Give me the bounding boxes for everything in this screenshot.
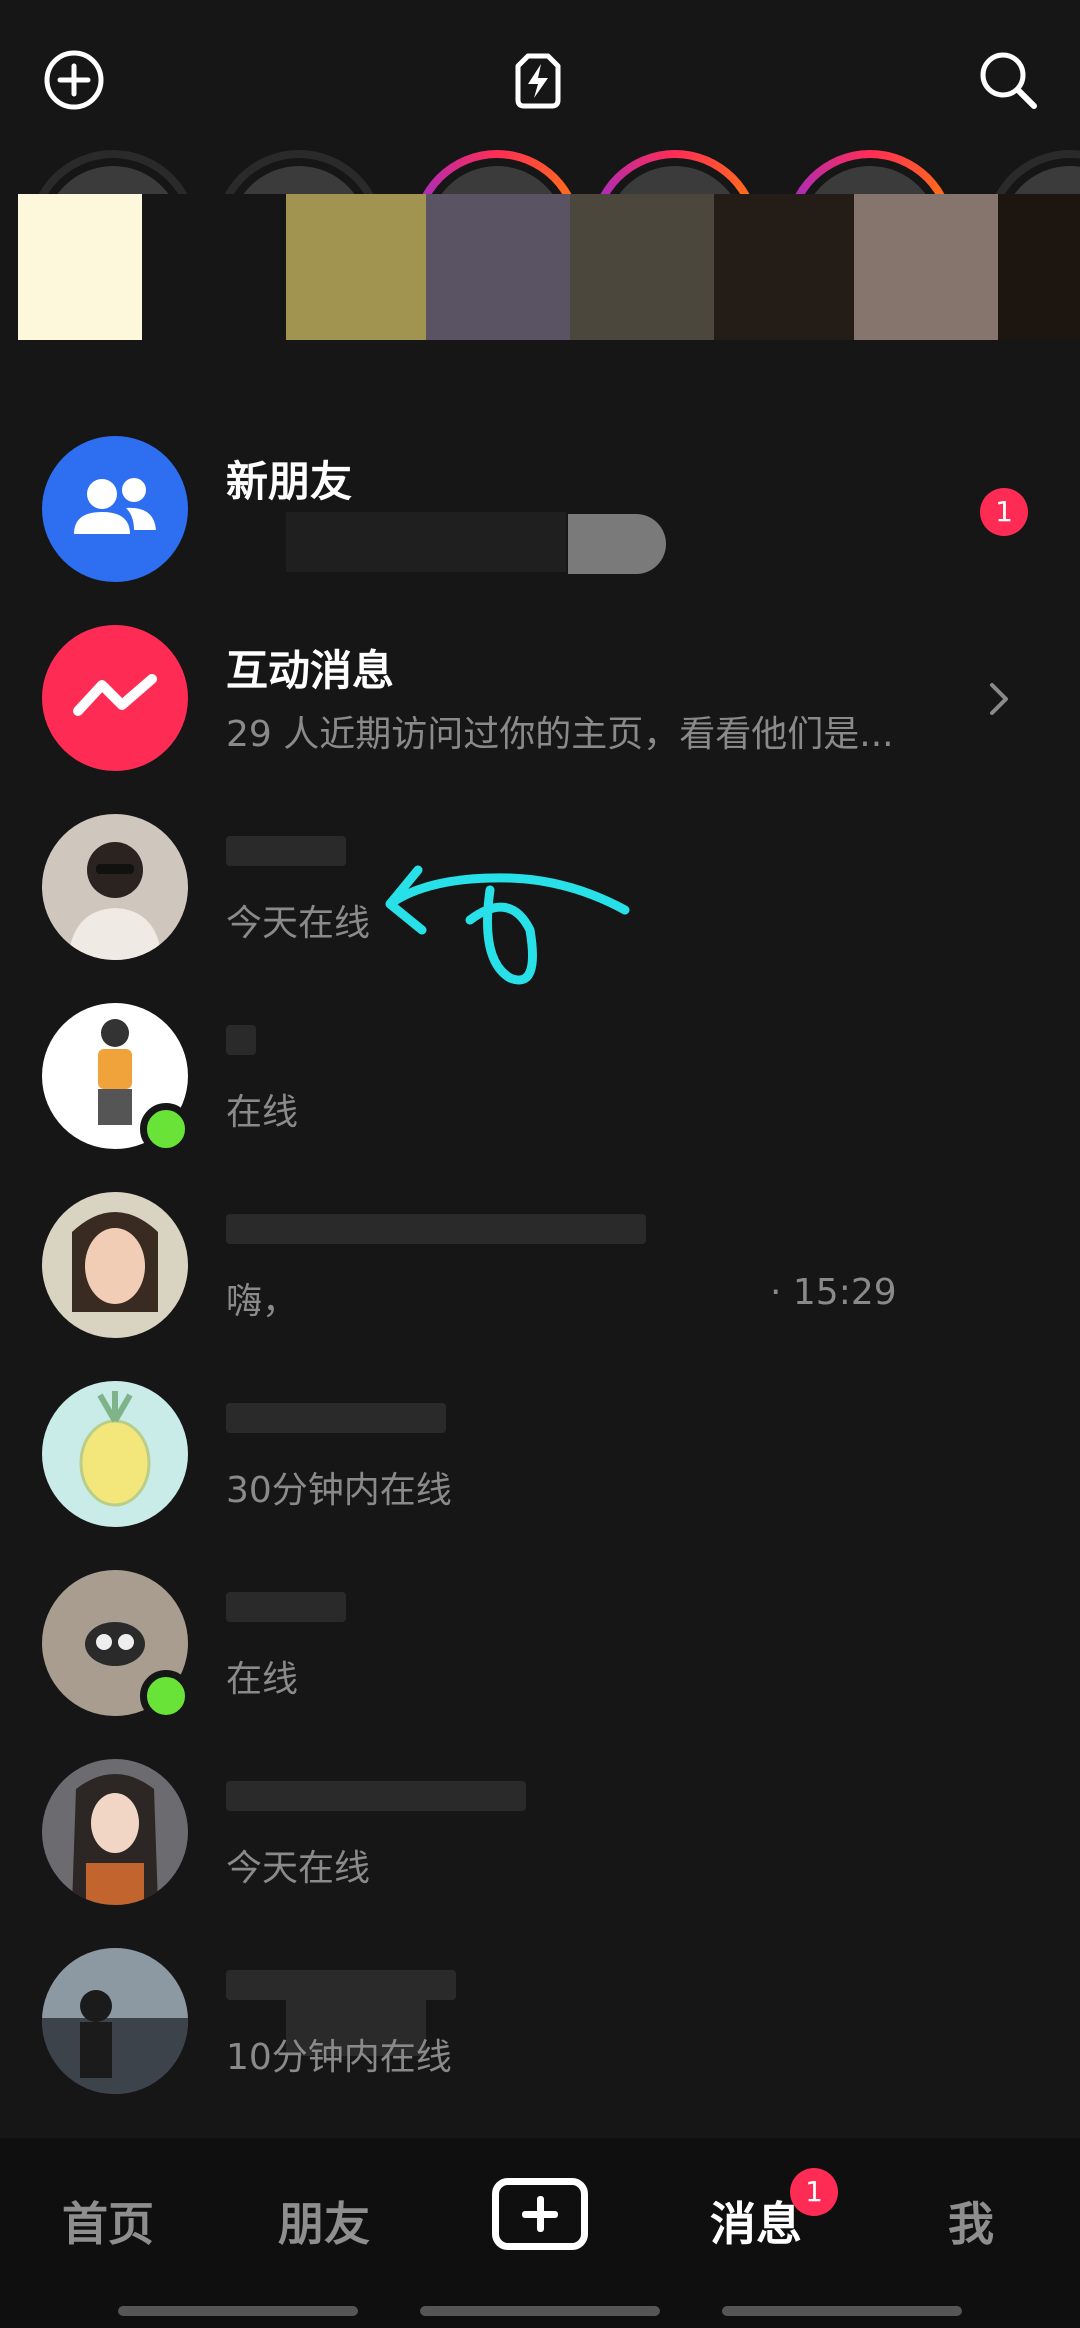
redaction-block [854,194,998,340]
nav-me[interactable]: 我 [948,2188,994,2254]
row-subtitle: 30分钟内在线 [226,1470,452,1511]
row-title [226,1214,646,1244]
row-title [226,836,346,866]
row-subtitle: 今天在线 [226,1848,371,1889]
annotation-arrow-icon [385,865,630,985]
top-bar [0,0,1080,150]
chevron-right-icon [990,683,1008,715]
redaction-block [570,194,714,340]
list-item-chat[interactable]: 30分钟内在线 [0,1365,1080,1554]
list-item-chat[interactable]: 今天在线 [0,1743,1080,1932]
row-subtitle: 今天在线 [226,903,371,944]
row-subtitle: 嗨， [226,1281,299,1322]
online-dot [140,1103,192,1155]
list-item-interactions[interactable]: 互动消息 29 人近期访问过你的主页，看看他们是... [0,609,1080,798]
row-subtitle: 在线 [226,1659,299,1700]
nav-home[interactable]: 首页 [62,2188,154,2254]
online-dot [140,1670,192,1722]
gesture-bar [118,2306,358,2316]
row-subtitle: 10分钟内在线 [226,2037,452,2078]
nav-messages-badge: 1 [790,2168,838,2216]
avatar [42,814,188,960]
avatar [42,1192,188,1338]
bottom-nav: 首页 朋友 消息 1 我 [0,2138,1080,2328]
list-item-chat[interactable]: 在线 [0,987,1080,1176]
zigzag-message-icon [42,625,188,771]
row-subtitle: 29 人近期访问过你的主页，看看他们是... [226,714,894,755]
list-item-new-friends[interactable]: 新朋友 1 [0,420,1080,609]
search-icon[interactable] [974,46,1042,114]
row-subtitle: 在线 [226,1092,299,1133]
gesture-bar [420,2306,660,2316]
redaction-block [714,194,854,340]
flash-camera-icon[interactable] [504,46,572,114]
redaction-block [286,512,566,572]
avatar [42,1759,188,1905]
redaction-block [18,194,142,340]
row-title: 新朋友 [226,457,353,506]
row-time: · 15:29 [770,1272,897,1313]
row-title [226,1592,346,1622]
friends-group-icon [42,436,188,582]
redaction-block [142,194,286,340]
redaction-block [426,194,570,340]
list-item-chat[interactable]: 嗨， · 15:29 [0,1176,1080,1365]
redaction-block [286,194,426,340]
list-item-chat[interactable]: 10分钟内在线 [0,1932,1080,2121]
redaction-block [568,514,666,574]
gesture-bar [722,2306,962,2316]
redaction-block [998,194,1080,340]
avatar [42,1948,188,2094]
row-title [226,1403,446,1433]
stories-strip [0,150,1080,390]
unread-badge: 1 [980,488,1028,536]
plus-box-icon[interactable] [492,2178,588,2250]
add-circle-icon[interactable] [40,46,108,114]
nav-messages[interactable]: 消息 [710,2188,802,2254]
nav-friends[interactable]: 朋友 [278,2188,370,2254]
row-title: 互动消息 [226,646,395,695]
row-title [226,1025,256,1055]
row-title [226,1781,526,1811]
avatar [42,1381,188,1527]
list-item-chat[interactable]: 在线 [0,1554,1080,1743]
